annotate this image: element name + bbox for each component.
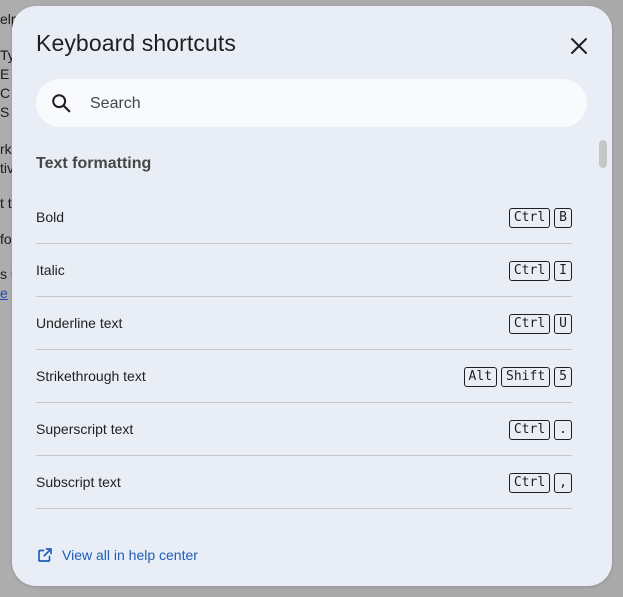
scrollbar-thumb[interactable] <box>599 140 607 168</box>
close-button[interactable] <box>565 32 593 60</box>
section-heading: Text formatting <box>36 155 152 172</box>
shortcut-row: Italic Ctrl I <box>36 244 572 297</box>
shortcut-keys: Alt Shift 5 <box>463 367 572 387</box>
shortcut-label: Italic <box>36 262 65 278</box>
view-all-help-link[interactable]: View all in help center <box>36 546 198 564</box>
shortcut-keys: Ctrl I <box>508 261 572 281</box>
background-text: rk <box>0 141 12 157</box>
key-cap: Alt <box>463 367 498 387</box>
key-cap: . <box>554 420 572 440</box>
shortcut-row: Bold Ctrl B <box>36 191 572 244</box>
background-text: C <box>0 85 11 101</box>
shortcut-keys: Ctrl U <box>508 314 572 334</box>
keyboard-shortcuts-dialog: Keyboard shortcuts Text formatting Bold C… <box>12 6 612 586</box>
key-cap: I <box>554 261 572 281</box>
key-cap: Ctrl <box>508 261 551 281</box>
shortcut-keys: Ctrl, <box>508 473 572 493</box>
shortcut-label: Subscript text <box>36 474 121 490</box>
search-input[interactable] <box>88 79 572 129</box>
search-box[interactable] <box>36 79 587 129</box>
shortcut-row: Subscript text Ctrl, <box>36 456 572 509</box>
background-link[interactable]: e <box>0 285 8 301</box>
key-cap: Ctrl <box>508 473 551 493</box>
key-cap: Ctrl <box>508 314 551 334</box>
key-cap: , <box>554 473 572 493</box>
shortcut-keys: Ctrl. <box>508 420 572 440</box>
shortcut-keys: Ctrl B <box>508 208 572 228</box>
shortcut-label: Bold <box>36 209 65 225</box>
dialog-title: Keyboard shortcuts <box>36 30 236 56</box>
background-text: fo <box>0 231 12 247</box>
shortcuts-list: Text formatting Bold Ctrl B Italic Ctrl I Unde… <box>36 136 572 516</box>
search-icon <box>52 94 71 113</box>
background-text: E <box>0 66 10 82</box>
shortcut-label: Underline text <box>36 315 123 331</box>
shortcut-label: Superscript text <box>36 421 134 437</box>
key-cap: 5 <box>554 367 572 387</box>
open-in-new-icon <box>38 548 52 562</box>
shortcut-row: Underline text Ctrl U <box>36 297 572 350</box>
background-text: S <box>0 104 10 120</box>
shortcut-label: Strikethrough text <box>36 368 146 384</box>
key-cap: Ctrl <box>508 208 551 228</box>
key-cap: U <box>554 314 572 334</box>
help-link-label: View all in help center <box>62 547 198 563</box>
key-cap: B <box>554 208 572 228</box>
close-icon <box>571 38 587 54</box>
shortcut-row: Superscript text Ctrl. <box>36 403 572 456</box>
shortcut-rows: Bold Ctrl B Italic Ctrl I Underline text Ctrl U S… <box>36 191 572 509</box>
key-cap: Shift <box>501 367 551 387</box>
key-cap: Ctrl <box>508 420 551 440</box>
shortcut-row: Strikethrough text Alt Shift 5 <box>36 350 572 403</box>
background-text: t t <box>0 195 12 211</box>
